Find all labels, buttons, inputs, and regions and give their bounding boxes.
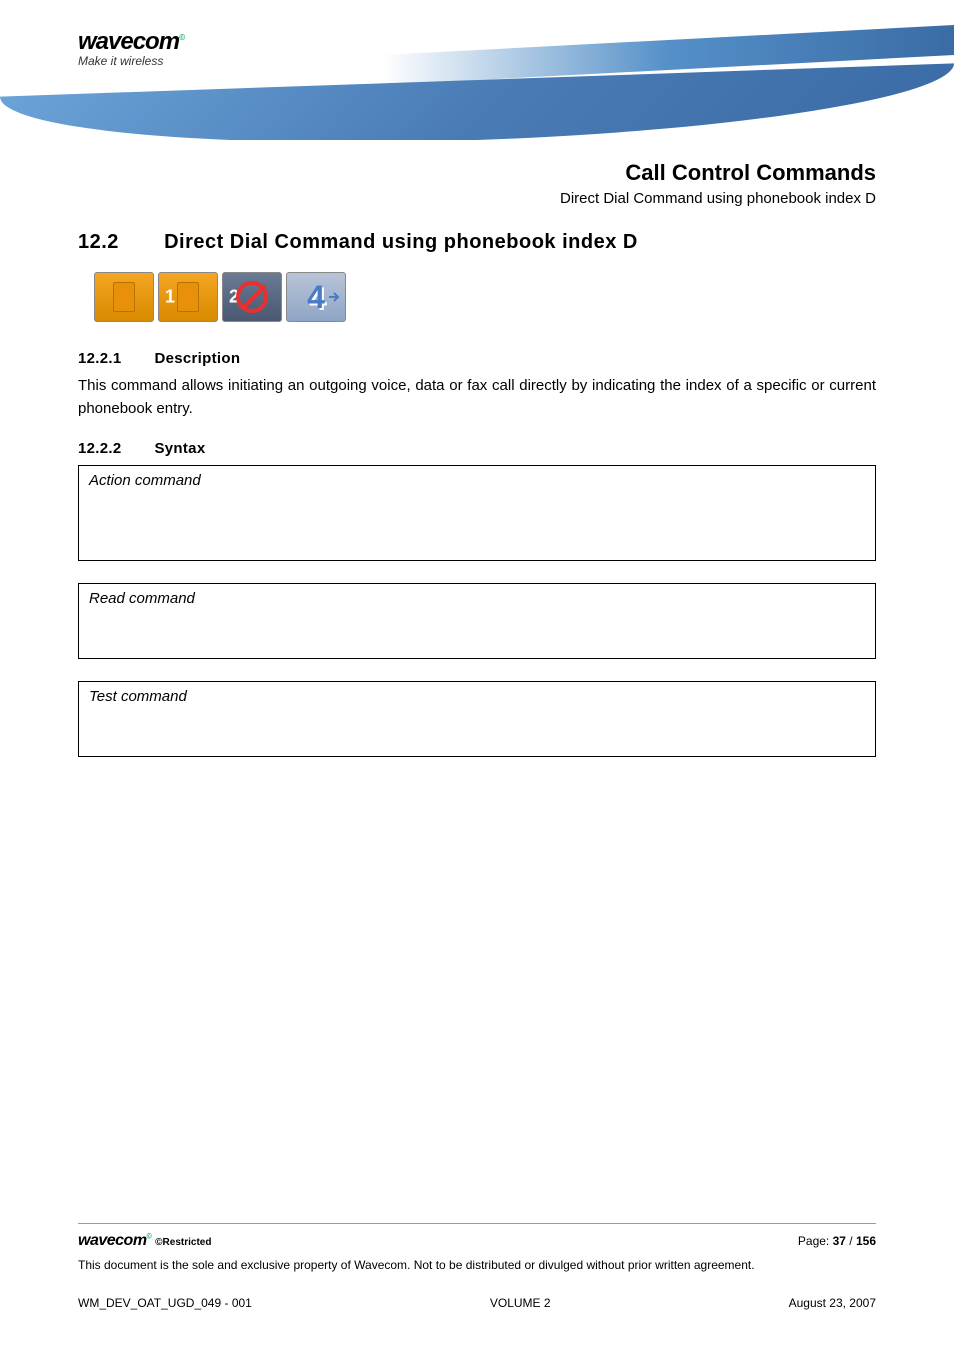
chapter-title: Call Control Commands [78,160,876,186]
number-4: 4 [307,279,325,316]
description-text: This command allows initiating an outgoi… [78,375,876,420]
badge-1: 1 [165,287,175,308]
footer-logo-area: wavecom© ©Restricted [78,1232,211,1250]
header-banner: wavecom© Make it wireless [0,0,954,140]
footer-notice: This document is the sole and exclusive … [78,1258,876,1272]
page-current: 37 [833,1234,846,1248]
footer-logo: wavecom© [78,1232,155,1249]
test-command-box: Test command [78,681,876,757]
sim-shape-icon [177,282,199,312]
section-title: Direct Dial Command using phonebook inde… [164,231,638,253]
page-label: Page: [798,1234,833,1248]
content-area: Call Control Commands Direct Dial Comman… [0,140,954,757]
sim-1-icon: 1 [158,272,218,322]
footer-bottom-row: WM_DEV_OAT_UGD_049 - 001 VOLUME 2 August… [78,1296,876,1310]
logo-text: wavecom© [78,28,954,56]
section-number: 12.2 [78,231,158,254]
volume: VOLUME 2 [490,1296,551,1310]
section-heading: 12.2 Direct Dial Command using phonebook… [78,231,876,254]
page-sep: / [846,1234,856,1248]
disabled-2-icon: 2 [222,272,282,322]
syntax-heading: 12.2.2 Syntax [78,440,876,457]
logo-sup-icon: © [147,1234,152,1241]
page-total: 156 [856,1234,876,1248]
logo-area: wavecom© Make it wireless [0,0,954,68]
action-command-label: Action command [89,472,201,489]
footer: wavecom© ©Restricted Page: 37 / 156 This… [78,1223,876,1310]
sim-shape-icon [113,282,135,312]
footer-top-row: wavecom© ©Restricted Page: 37 / 156 [78,1232,876,1250]
action-command-box: Action command [78,465,876,561]
no-symbol-icon [236,281,268,313]
date: August 23, 2007 [789,1296,876,1310]
syntax-title: Syntax [154,440,205,457]
read-command-box: Read command [78,583,876,659]
section-subtitle: Direct Dial Command using phonebook inde… [78,190,876,207]
description-number: 12.2.1 [78,350,150,367]
logo: wavecom [78,28,179,55]
footer-logo-text: wavecom [78,1232,147,1249]
test-command-label: Test command [89,688,187,705]
doc-id: WM_DEV_OAT_UGD_049 - 001 [78,1296,252,1310]
read-command-label: Read command [89,590,195,607]
arrow-right-icon [327,283,341,311]
syntax-number: 12.2.2 [78,440,150,457]
description-heading: 12.2.1 Description [78,350,876,367]
logo-sup-icon: © [179,33,184,42]
tagline: Make it wireless [78,54,954,68]
footer-divider [78,1223,876,1224]
icons-row: 1 2 4 [94,272,876,322]
sim-icon [94,272,154,322]
description-title: Description [154,350,240,367]
restricted-label: ©Restricted [155,1237,211,1248]
num-4-icon: 4 [286,272,346,322]
page-info: Page: 37 / 156 [798,1234,876,1248]
